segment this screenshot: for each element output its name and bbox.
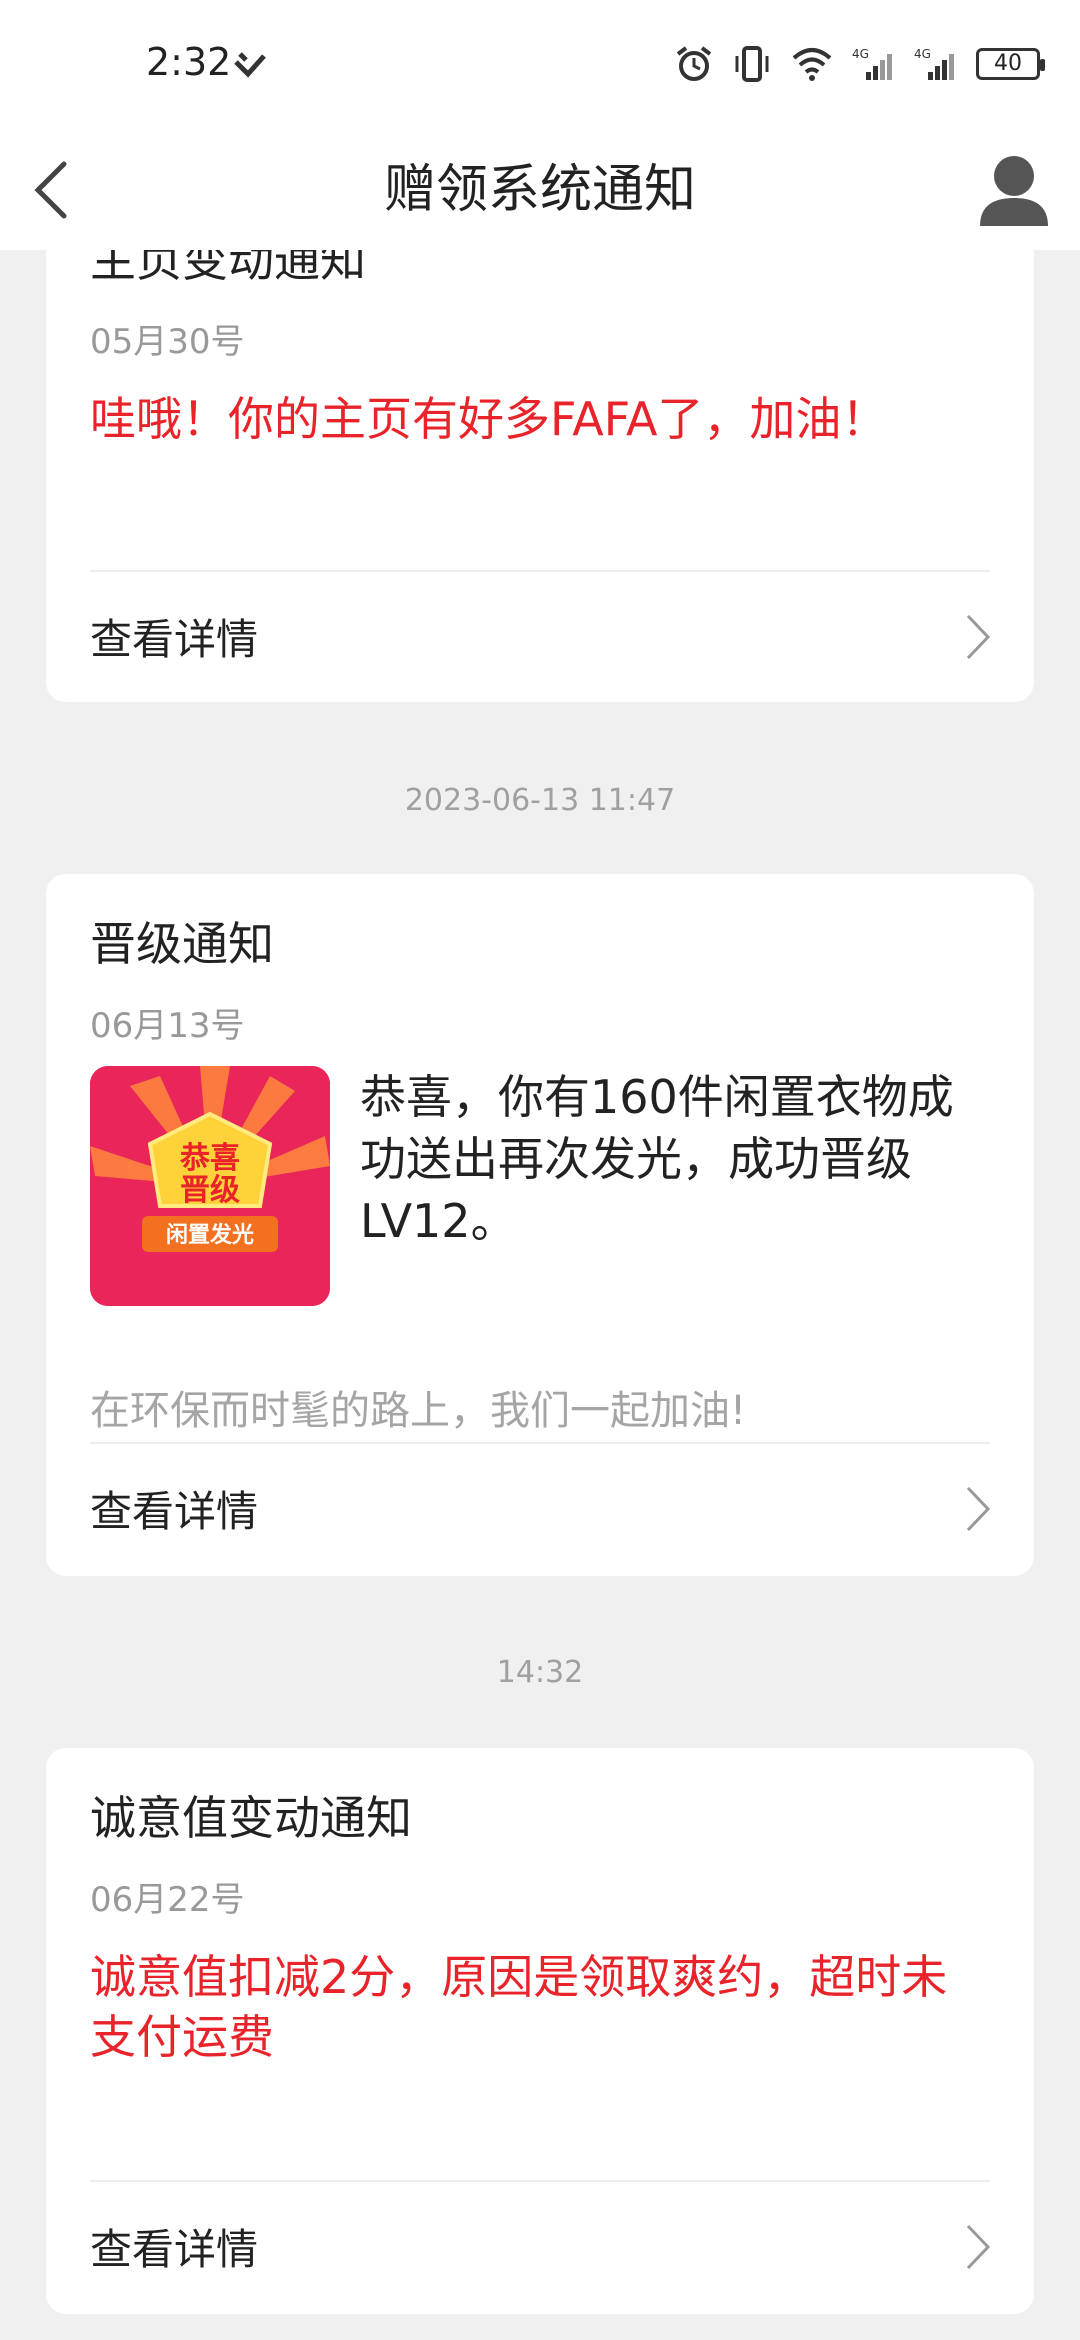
- svg-text:4G: 4G: [914, 47, 931, 61]
- alarm-icon: [676, 46, 712, 81]
- timestamp: 14:32: [496, 1655, 584, 1690]
- status-icons: 4G 4G 40: [674, 44, 1045, 84]
- chevron-right-icon: [966, 2224, 991, 2270]
- notification-card: 晋级通知 06月13号 恭喜 晋级 闲置发光 恭喜，你有160件闲置衣物成功送出…: [46, 874, 1034, 1576]
- card-message: 诚意值扣减2分，原因是领取爽约，超时未支付运费: [90, 1950, 948, 2064]
- thumbnail-banner: 闲置发光: [166, 1222, 254, 1248]
- view-details-label: 查看详情: [90, 1487, 259, 1536]
- card-date: 05月30号: [90, 322, 245, 362]
- thumbnail-text: 恭喜: [179, 1141, 240, 1176]
- chevron-right-icon: [966, 614, 991, 660]
- chevron-right-icon: [966, 1486, 991, 1532]
- card-message: 恭喜，你有160件闲置衣物成功送出再次发光，成功晋级LV12。: [360, 1070, 954, 1249]
- status-bar: 2:32 4G 4G 40: [0, 0, 1080, 130]
- notification-card: 主页变动通知 05月30号 哇哦！你的主页有好多FAFA了，加油！ 查看详情: [46, 250, 1034, 702]
- user-profile-icon[interactable]: [972, 148, 1056, 232]
- signal-4g-icon: 4G: [914, 47, 954, 80]
- card-date: 06月13号: [90, 1006, 245, 1046]
- notification-card: 诚意值变动通知 06月22号 诚意值扣减2分，原因是领取爽约，超时未支付运费 查…: [46, 1748, 1034, 2314]
- card-title: 诚意值变动通知: [90, 1791, 412, 1845]
- card-title: 主页变动通知: [90, 250, 366, 287]
- page-title: 赠领系统通知: [383, 160, 696, 220]
- back-icon[interactable]: [24, 150, 104, 230]
- card-footer-text: 在环保而时髦的路上，我们一起加油!: [90, 1388, 747, 1434]
- thumbnail-text: 晋级: [180, 1173, 240, 1208]
- battery-indicator: 40: [976, 48, 1045, 80]
- view-details-button[interactable]: 查看详情: [46, 572, 1034, 702]
- signal-4g-icon: 4G: [852, 47, 892, 80]
- timestamp: 2023-06-13 11:47: [404, 783, 676, 818]
- wifi-icon: [792, 48, 832, 81]
- promotion-thumbnail: 恭喜 晋级 闲置发光: [90, 1066, 330, 1306]
- message-list[interactable]: 主页变动通知 05月30号 哇哦！你的主页有好多FAFA了，加油！ 查看详情 2…: [0, 250, 1080, 2340]
- view-details-button[interactable]: 查看详情: [46, 1444, 1034, 1574]
- status-time: 2:32: [146, 40, 232, 84]
- card-date: 06月22号: [90, 1880, 245, 1920]
- nav-bar: 赠领系统通知: [0, 130, 1080, 250]
- view-details-label: 查看详情: [90, 2225, 259, 2274]
- heart-pulse-icon: [234, 52, 266, 78]
- promotion-badge-icon: 恭喜 晋级 闲置发光: [90, 1066, 330, 1306]
- card-title: 晋级通知: [90, 917, 274, 971]
- view-details-label: 查看详情: [90, 615, 259, 664]
- view-details-button[interactable]: 查看详情: [46, 2182, 1034, 2312]
- vibrate-icon: [735, 46, 769, 82]
- svg-text:4G: 4G: [852, 47, 869, 61]
- card-message: 哇哦！你的主页有好多FAFA了，加油！: [90, 392, 888, 446]
